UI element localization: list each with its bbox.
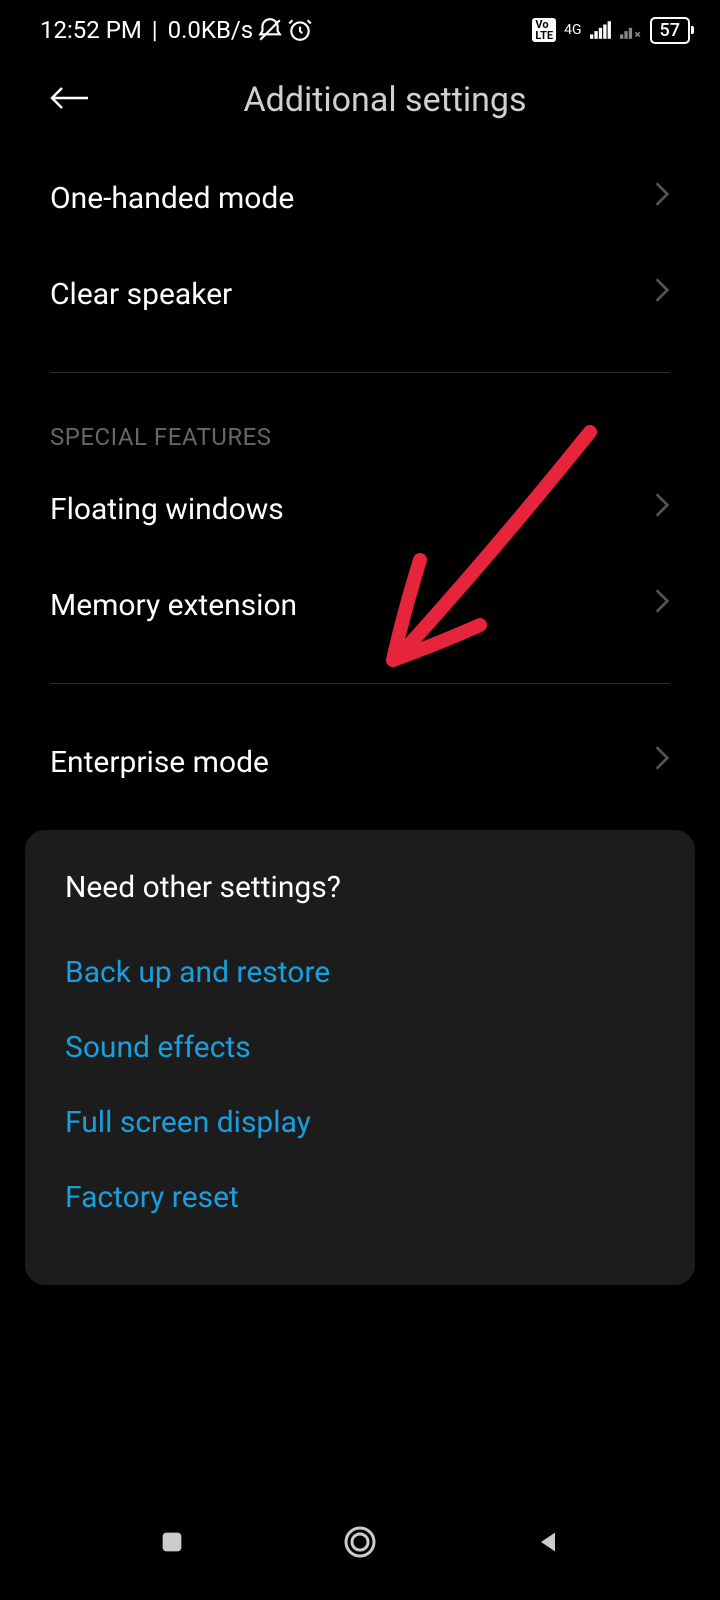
alarm-icon (287, 17, 313, 43)
status-left: 12:52 PM | 0.0KB/s (40, 16, 313, 44)
setting-label: Floating windows (50, 492, 284, 527)
suggestion-backup-restore[interactable]: Back up and restore (65, 935, 655, 1010)
silent-icon (257, 17, 283, 43)
divider (50, 372, 670, 373)
chevron-right-icon (654, 180, 670, 216)
nav-bar (0, 1504, 720, 1580)
suggestion-full-screen-display[interactable]: Full screen display (65, 1085, 655, 1160)
settings-list: One-handed mode Clear speaker SPECIAL FE… (0, 150, 720, 810)
setting-floating-windows[interactable]: Floating windows (0, 461, 720, 557)
nav-recent-button[interactable] (158, 1528, 186, 1556)
chevron-right-icon (654, 587, 670, 623)
status-bar: 12:52 PM | 0.0KB/s VoLTE 4G (0, 0, 720, 60)
section-header-special: SPECIAL FEATURES (0, 403, 720, 461)
network-label: 4G (564, 22, 581, 38)
setting-memory-extension[interactable]: Memory extension (0, 557, 720, 653)
chevron-right-icon (654, 744, 670, 780)
setting-label: Memory extension (50, 588, 297, 623)
setting-label: One-handed mode (50, 181, 294, 216)
page-title: Additional settings (140, 80, 630, 120)
setting-one-handed-mode[interactable]: One-handed mode (0, 150, 720, 246)
signal-icon-2 (620, 21, 642, 39)
status-time: 12:52 PM (40, 16, 142, 44)
nav-back-button[interactable] (534, 1528, 562, 1556)
header: Additional settings (0, 60, 720, 150)
suggestion-factory-reset[interactable]: Factory reset (65, 1160, 655, 1235)
setting-enterprise-mode[interactable]: Enterprise mode (0, 714, 720, 810)
chevron-right-icon (654, 276, 670, 312)
nav-home-button[interactable] (342, 1524, 378, 1560)
status-data-rate: 0.0KB/s (168, 16, 254, 44)
volte-icon: VoLTE (532, 18, 556, 42)
status-separator: | (146, 16, 164, 44)
divider (50, 683, 670, 684)
battery-level: 57 (660, 20, 680, 41)
back-button[interactable] (50, 84, 90, 116)
battery-icon: 57 (650, 17, 690, 44)
suggestions-title: Need other settings? (65, 870, 655, 905)
status-right: VoLTE 4G 57 (532, 17, 690, 44)
setting-label: Clear speaker (50, 277, 232, 312)
signal-icon-1 (590, 21, 612, 39)
suggestions-card: Need other settings? Back up and restore… (25, 830, 695, 1285)
chevron-right-icon (654, 491, 670, 527)
setting-clear-speaker[interactable]: Clear speaker (0, 246, 720, 342)
setting-label: Enterprise mode (50, 745, 269, 780)
suggestion-sound-effects[interactable]: Sound effects (65, 1010, 655, 1085)
